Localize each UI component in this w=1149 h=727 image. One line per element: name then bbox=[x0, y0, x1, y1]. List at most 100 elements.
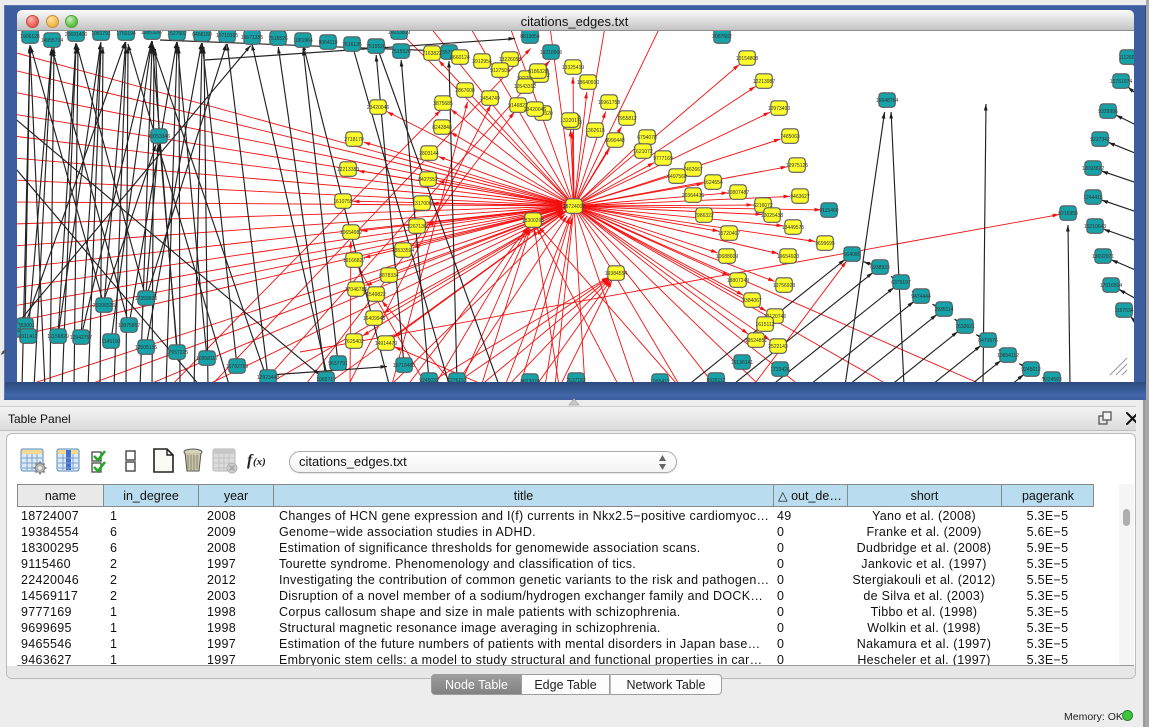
svg-text:6379197: 6379197 bbox=[891, 280, 911, 286]
svg-text:19218906: 19218906 bbox=[540, 50, 562, 56]
svg-text:13533594: 13533594 bbox=[392, 248, 414, 254]
svg-text:20206526: 20206526 bbox=[93, 303, 115, 309]
svg-text:3875685: 3875685 bbox=[433, 101, 453, 107]
svg-text:20364436: 20364436 bbox=[682, 193, 704, 199]
svg-text:8186328: 8186328 bbox=[528, 69, 548, 75]
svg-text:1167534: 1167534 bbox=[1114, 308, 1133, 314]
svg-text:1145193: 1145193 bbox=[101, 339, 120, 345]
svg-text:8878334: 8878334 bbox=[379, 273, 399, 279]
svg-text:1624554: 1624554 bbox=[703, 180, 723, 186]
svg-text:7515526: 7515526 bbox=[366, 44, 386, 50]
svg-text:2087682: 2087682 bbox=[712, 34, 732, 40]
svg-text:1615112: 1615112 bbox=[755, 322, 774, 328]
svg-text:10958117: 10958117 bbox=[196, 356, 218, 362]
svg-text:1549822: 1549822 bbox=[366, 292, 386, 298]
svg-text:20691406: 20691406 bbox=[65, 32, 87, 38]
svg-text:16671355: 16671355 bbox=[241, 35, 263, 41]
svg-text:10975857: 10975857 bbox=[118, 323, 140, 329]
svg-text:2637182: 2637182 bbox=[566, 378, 586, 382]
svg-text:1065412: 1065412 bbox=[650, 379, 670, 382]
svg-text:(x): (x) bbox=[253, 456, 266, 468]
svg-text:2867608: 2867608 bbox=[455, 88, 475, 94]
svg-text:10654982: 10654982 bbox=[340, 230, 362, 236]
svg-text:17016504: 17016504 bbox=[1100, 283, 1122, 289]
svg-text:9224503: 9224503 bbox=[1042, 377, 1062, 382]
svg-text:12942757: 12942757 bbox=[70, 335, 92, 341]
svg-text:8471676: 8471676 bbox=[978, 338, 998, 344]
svg-text:12213383: 12213383 bbox=[337, 167, 359, 173]
svg-text:23420046: 23420046 bbox=[524, 107, 546, 113]
svg-text:14914479: 14914479 bbox=[375, 341, 397, 347]
svg-text:8936112: 8936112 bbox=[706, 378, 725, 382]
svg-text:6466160: 6466160 bbox=[192, 32, 212, 38]
svg-text:12505135: 12505135 bbox=[135, 345, 157, 351]
svg-text:9127509: 9127509 bbox=[490, 68, 510, 74]
svg-text:7632621: 7632621 bbox=[955, 324, 975, 330]
svg-text:1906128: 1906128 bbox=[20, 34, 40, 40]
svg-text:10688609: 10688609 bbox=[716, 254, 738, 260]
svg-text:8215958: 8215958 bbox=[1058, 211, 1078, 217]
svg-text:6497568: 6497568 bbox=[667, 174, 687, 180]
svg-text:23420046: 23420046 bbox=[367, 105, 389, 111]
svg-text:6794078: 6794078 bbox=[637, 135, 657, 141]
svg-text:9115460: 9115460 bbox=[819, 208, 838, 214]
svg-text:9657791: 9657791 bbox=[328, 361, 348, 367]
svg-text:14055714: 14055714 bbox=[41, 38, 63, 44]
svg-text:15751074: 15751074 bbox=[1110, 79, 1132, 85]
svg-text:1081791: 1081791 bbox=[91, 31, 111, 37]
svg-text:9474444: 9474444 bbox=[911, 294, 931, 300]
svg-text:12975125: 12975125 bbox=[786, 163, 808, 169]
svg-text:7462667: 7462667 bbox=[683, 167, 703, 173]
svg-text:16961758: 16961758 bbox=[598, 100, 620, 106]
svg-text:19654923: 19654923 bbox=[777, 254, 799, 260]
svg-text:13325419: 13325419 bbox=[562, 65, 584, 71]
svg-text:15716485: 15716485 bbox=[393, 363, 415, 369]
svg-text:1610755: 1610755 bbox=[333, 199, 353, 205]
svg-text:16033809: 16033809 bbox=[388, 31, 410, 36]
svg-text:13226058: 13226058 bbox=[499, 57, 521, 63]
svg-text:16648764: 16648764 bbox=[876, 98, 898, 104]
svg-text:164095: 164095 bbox=[844, 252, 861, 258]
svg-text:9245612: 9245612 bbox=[1021, 367, 1041, 373]
svg-text:7515526: 7515526 bbox=[268, 36, 288, 42]
svg-text:1621072: 1621072 bbox=[633, 149, 653, 155]
svg-text:1317006: 1317006 bbox=[412, 201, 432, 207]
svg-text:18640910: 18640910 bbox=[577, 80, 599, 86]
svg-text:3454749: 3454749 bbox=[480, 96, 500, 102]
svg-text:9064119: 9064119 bbox=[318, 40, 337, 46]
svg-text:9384067: 9384067 bbox=[742, 298, 762, 304]
svg-text:17046786: 17046786 bbox=[345, 287, 367, 293]
svg-text:933001: 933001 bbox=[17, 328, 21, 334]
svg-text:17359926: 17359926 bbox=[135, 296, 157, 302]
svg-text:8660124: 8660124 bbox=[450, 55, 470, 61]
svg-text:6938923: 6938923 bbox=[870, 265, 890, 271]
svg-text:8813054: 8813054 bbox=[520, 34, 540, 40]
svg-text:9699695: 9699695 bbox=[815, 241, 835, 247]
svg-text:1362615: 1362615 bbox=[585, 128, 605, 134]
svg-text:10853267: 10853267 bbox=[141, 31, 163, 36]
svg-text:16782759: 16782759 bbox=[226, 364, 248, 370]
svg-text:12213987: 12213987 bbox=[753, 79, 775, 85]
svg-text:7625402: 7625402 bbox=[344, 339, 364, 345]
svg-text:18300295: 18300295 bbox=[522, 218, 544, 224]
svg-text:7163822: 7163822 bbox=[422, 51, 442, 57]
svg-text:18807249: 18807249 bbox=[727, 278, 749, 284]
svg-text:10973493: 10973493 bbox=[768, 106, 790, 112]
svg-text:2718170: 2718170 bbox=[344, 137, 364, 143]
svg-text:8427552: 8427552 bbox=[418, 177, 438, 183]
svg-text:16409948: 16409948 bbox=[363, 316, 385, 322]
svg-text:9245032: 9245032 bbox=[419, 378, 439, 382]
svg-text:8813074: 8813074 bbox=[520, 379, 540, 382]
svg-text:3267130: 3267130 bbox=[407, 224, 427, 230]
svg-text:15720407: 15720407 bbox=[718, 231, 740, 237]
svg-text:10719155: 10719155 bbox=[216, 33, 238, 39]
svg-text:1322017: 1322017 bbox=[560, 118, 580, 124]
svg-text:11156829: 11156829 bbox=[47, 334, 69, 340]
svg-text:13692971: 13692971 bbox=[1092, 254, 1114, 260]
svg-text:10154808: 10154808 bbox=[736, 56, 758, 62]
svg-text:7485063: 7485063 bbox=[780, 134, 800, 140]
svg-text:7616135: 7616135 bbox=[342, 42, 362, 48]
svg-text:1733426: 1733426 bbox=[770, 367, 790, 373]
svg-text:1061964: 1061964 bbox=[293, 38, 313, 44]
svg-text:20053346: 20053346 bbox=[148, 134, 170, 140]
